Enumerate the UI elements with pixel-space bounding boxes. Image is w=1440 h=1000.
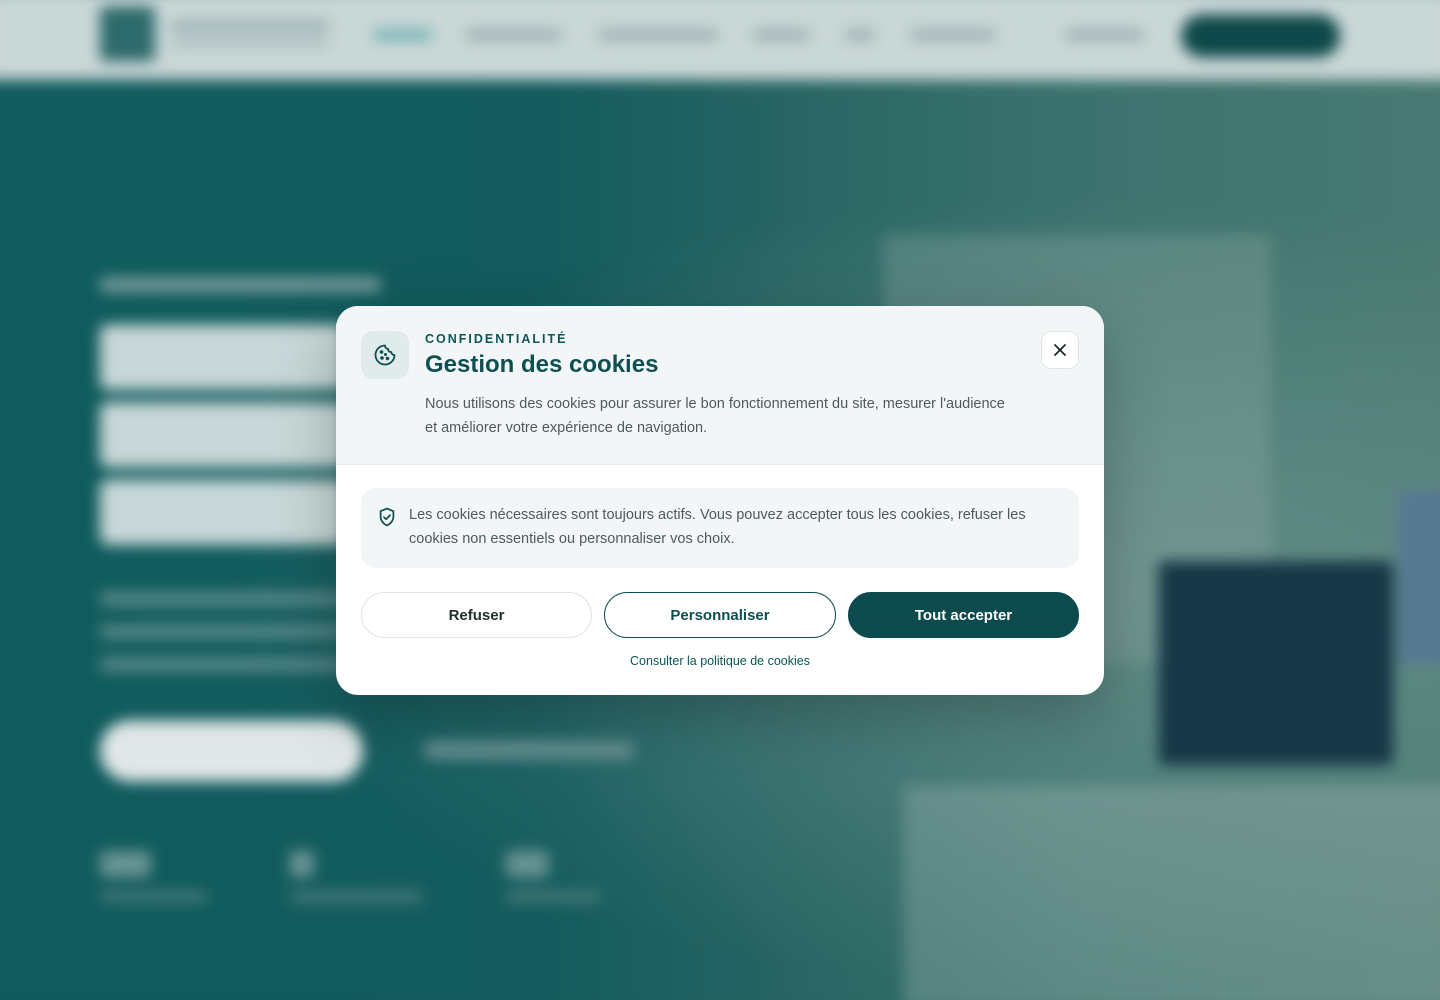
necessary-cookies-notice: Les cookies nécessaires sont toujours ac… bbox=[361, 488, 1079, 568]
refuse-button[interactable]: Refuser bbox=[361, 592, 592, 638]
accept-all-button[interactable]: Tout accepter bbox=[848, 592, 1079, 638]
cookie-policy-link[interactable]: Consulter la politique de cookies bbox=[336, 654, 1104, 668]
close-button[interactable] bbox=[1041, 331, 1079, 369]
dialog-eyebrow: CONFIDENTIALITÉ bbox=[425, 332, 568, 346]
close-icon bbox=[1054, 344, 1066, 356]
dialog-description: Nous utilisons des cookies pour assurer … bbox=[425, 396, 1005, 436]
notice-text: Les cookies nécessaires sont toujours ac… bbox=[409, 507, 1026, 547]
customize-button[interactable]: Personnaliser bbox=[604, 592, 836, 638]
cookie-consent-dialog: CONFIDENTIALITÉ Gestion des cookies Nous… bbox=[336, 306, 1104, 695]
cookie-icon bbox=[361, 331, 409, 379]
dialog-header: CONFIDENTIALITÉ Gestion des cookies Nous… bbox=[336, 306, 1104, 465]
dialog-title: Gestion des cookies bbox=[425, 351, 659, 378]
shield-check-icon bbox=[379, 507, 395, 527]
